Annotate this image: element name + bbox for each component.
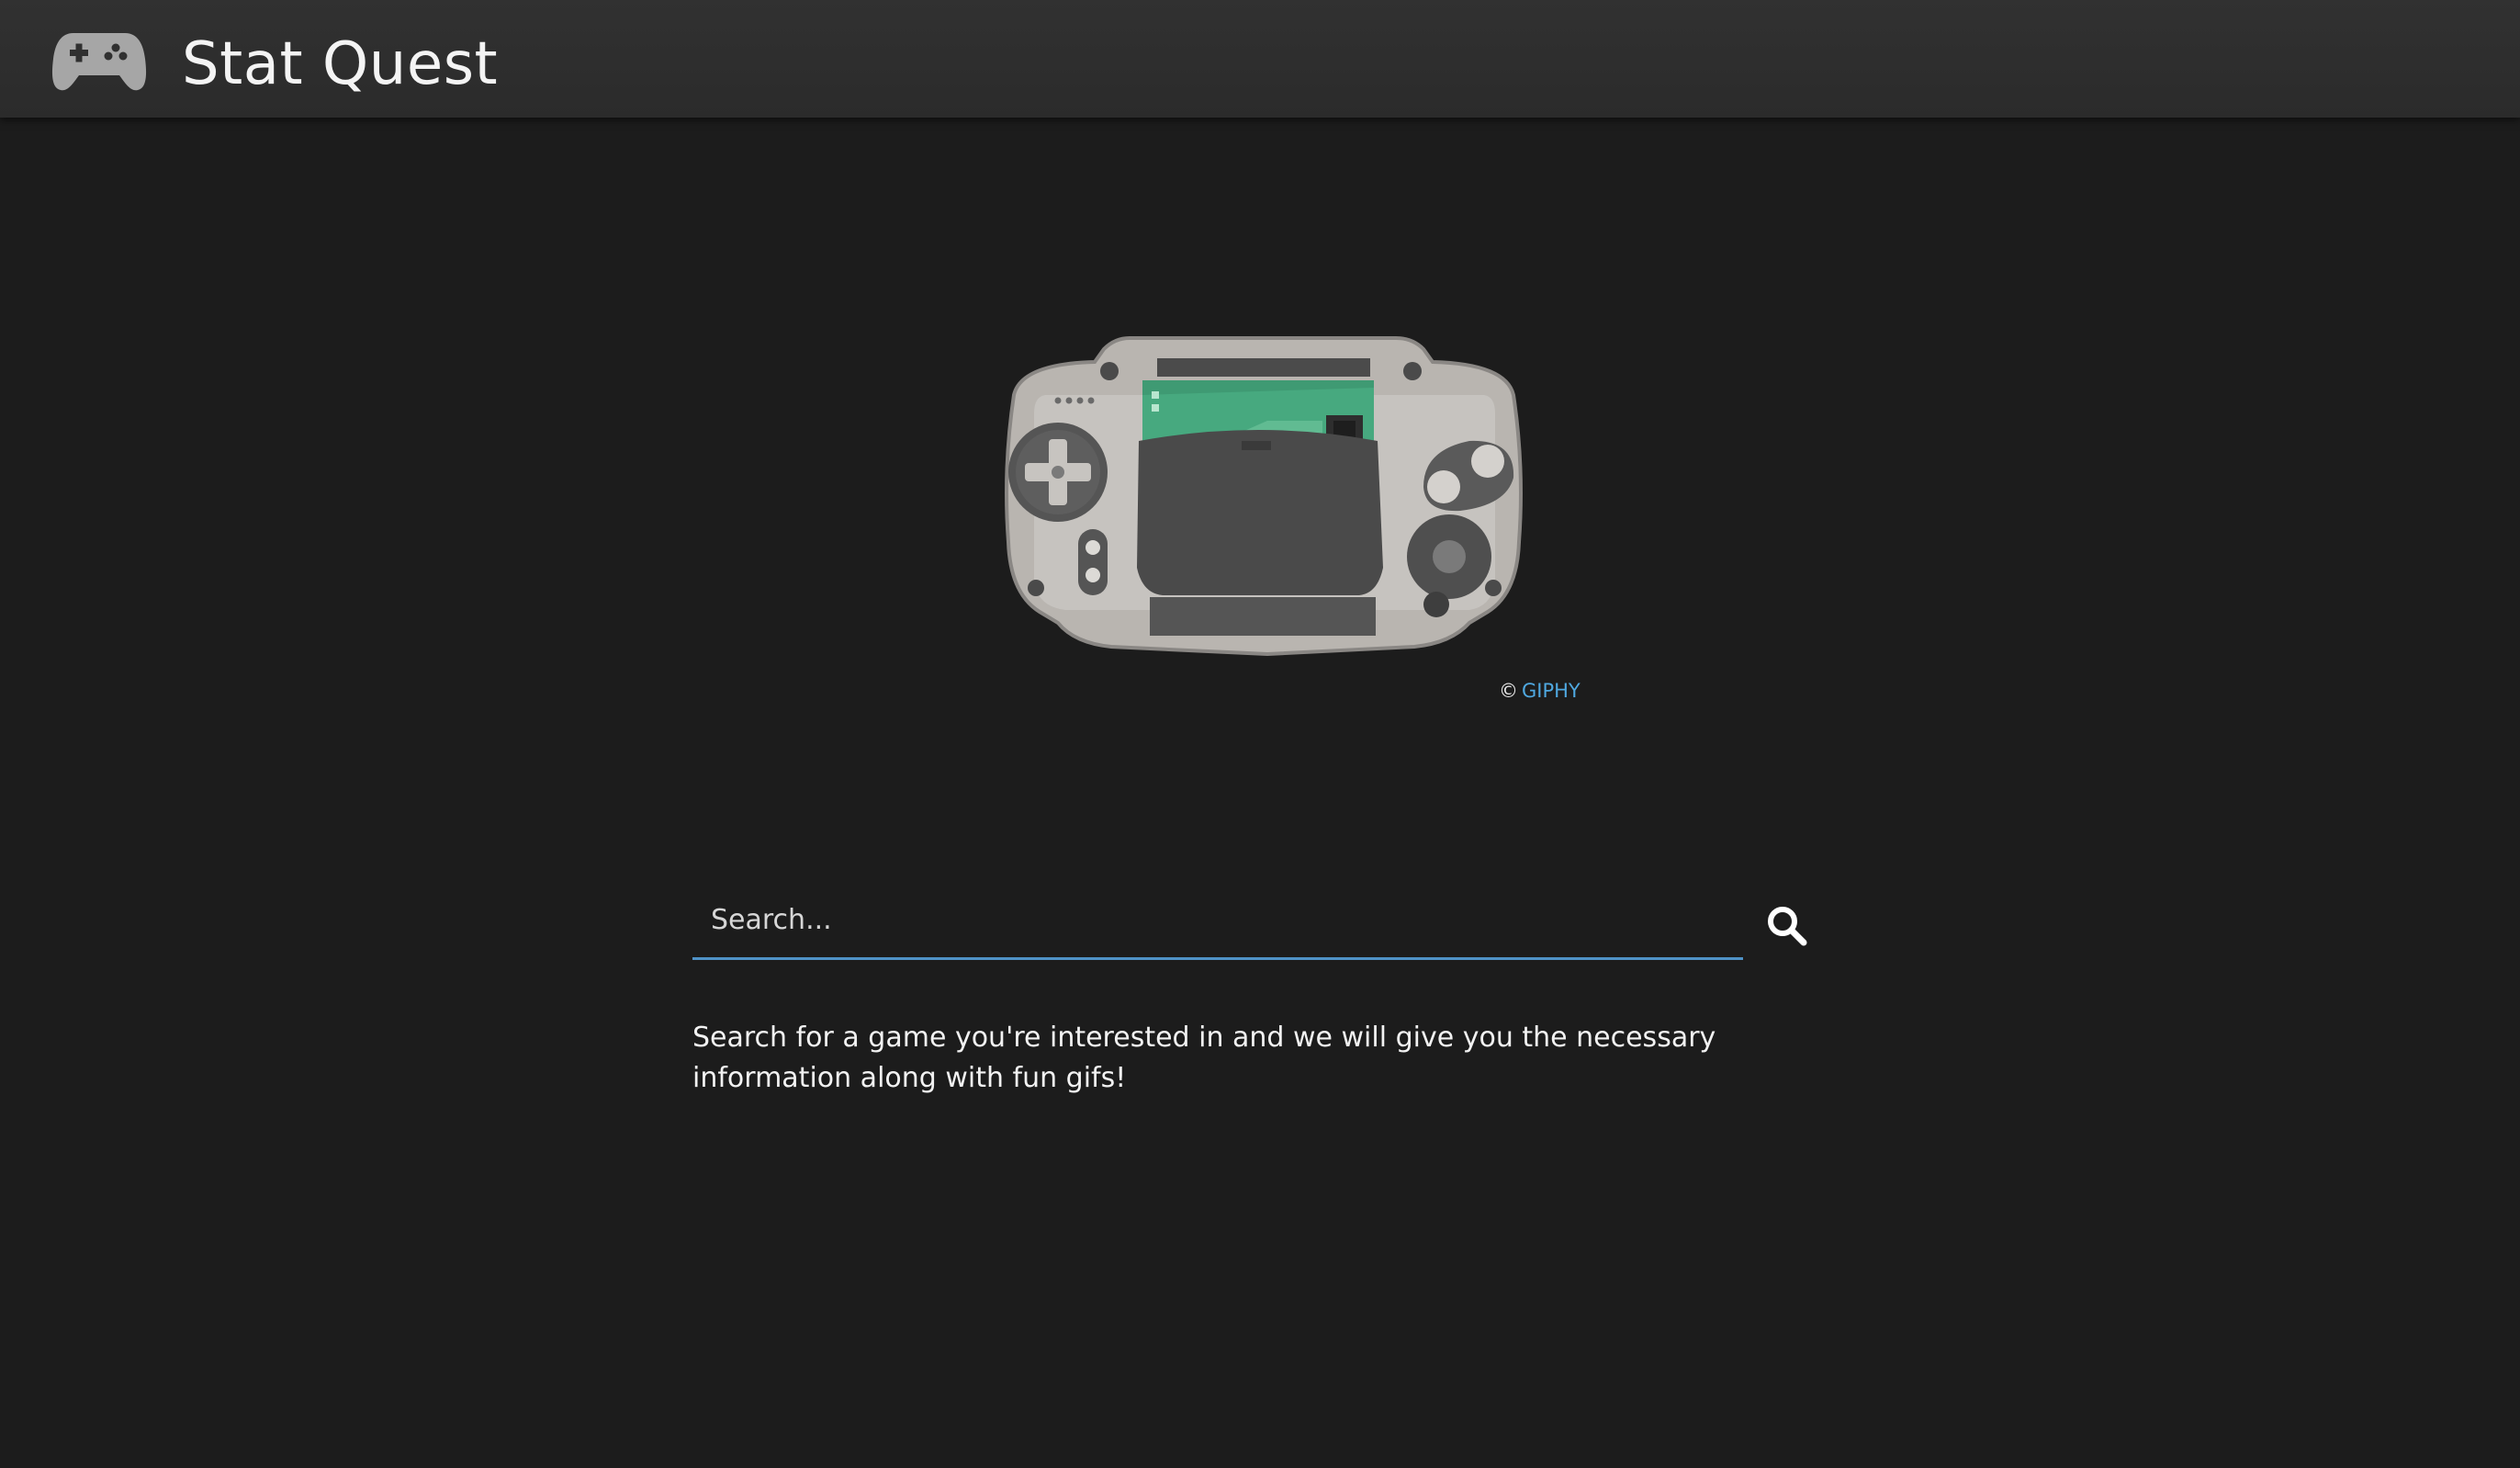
app-title[interactable]: Stat Quest bbox=[182, 26, 498, 103]
giphy-credit: © GIPHY bbox=[1499, 678, 1581, 704]
search-description: Search for a game you're interested in a… bbox=[692, 1022, 1716, 1094]
search-field-container bbox=[692, 882, 1743, 960]
search-icon bbox=[1768, 907, 1807, 946]
game-boy-advance-illustration bbox=[1005, 336, 1523, 657]
search-input[interactable] bbox=[692, 882, 1743, 957]
giphy-link[interactable]: GIPHY bbox=[1522, 680, 1581, 702]
top-navbar: Stat Quest bbox=[0, 0, 2520, 118]
search-button[interactable] bbox=[1763, 902, 1811, 950]
copyright-symbol: © bbox=[1499, 680, 1518, 702]
gamepad-icon[interactable] bbox=[50, 28, 149, 94]
